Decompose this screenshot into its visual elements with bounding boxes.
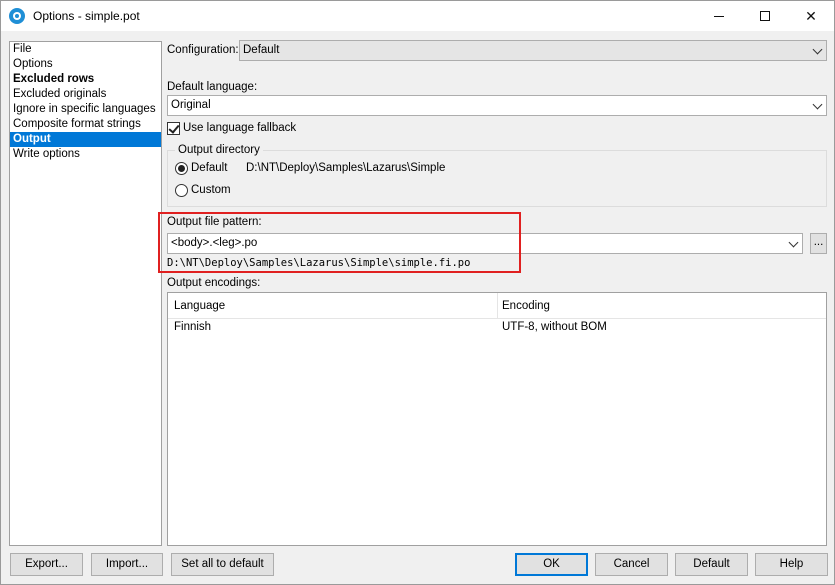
chevron-down-icon [812, 99, 823, 110]
column-separator[interactable] [497, 293, 498, 319]
window-title: Options - simple.pot [33, 9, 140, 23]
sidebar-item-file[interactable]: File [10, 42, 161, 57]
close-icon: ✕ [805, 7, 817, 24]
output-directory-group [167, 150, 827, 207]
default-button[interactable]: Default [675, 553, 748, 576]
language-fallback-label[interactable]: Use language fallback [183, 122, 296, 134]
language-fallback-checkbox[interactable] [167, 122, 180, 135]
chevron-down-icon [812, 44, 823, 55]
custom-directory-label[interactable]: Custom [191, 184, 231, 196]
default-language-select[interactable]: Original [167, 95, 827, 116]
minimize-icon [714, 15, 724, 17]
column-header-encoding[interactable]: Encoding [502, 300, 550, 312]
configuration-label: Configuration: [167, 44, 239, 56]
row-encoding: UTF-8, without BOM [502, 321, 607, 333]
output-encodings-label: Output encodings: [167, 277, 261, 289]
sidebar-item-ignore-languages[interactable]: Ignore in specific languages [10, 102, 161, 117]
chevron-down-icon [788, 237, 799, 248]
default-language-value: Original [171, 99, 211, 111]
row-language: Finnish [174, 321, 212, 333]
maximize-icon [760, 11, 770, 21]
set-all-default-button[interactable]: Set all to default [171, 553, 274, 576]
output-directory-title: Output directory [175, 144, 263, 156]
table-header: Language Encoding [168, 293, 826, 319]
configuration-select[interactable]: Default [239, 40, 827, 61]
title-bar: Options - simple.pot ✕ [1, 1, 834, 31]
maximize-button[interactable] [742, 1, 788, 31]
sidebar-item-excluded-rows[interactable]: Excluded rows [10, 72, 161, 87]
help-button[interactable]: Help [755, 553, 828, 576]
column-header-language[interactable]: Language [174, 300, 225, 312]
export-button[interactable]: Export... [10, 553, 83, 576]
default-directory-path: D:\NT\Deploy\Samples\Lazarus\Simple [246, 162, 446, 174]
close-button[interactable]: ✕ [788, 1, 834, 31]
import-button[interactable]: Import... [91, 553, 163, 576]
sidebar-item-output[interactable]: Output [10, 132, 161, 147]
custom-directory-radio[interactable] [175, 184, 188, 197]
ok-button[interactable]: OK [515, 553, 588, 576]
default-directory-label[interactable]: Default [191, 162, 227, 174]
browse-pattern-button[interactable]: ... [810, 233, 827, 254]
output-encodings-table[interactable]: Language Encoding Finnish UTF-8, without… [167, 292, 827, 546]
app-icon [9, 8, 25, 24]
options-dialog: Options - simple.pot ✕ File Options Excl… [0, 0, 835, 585]
configuration-value: Default [243, 44, 280, 56]
default-directory-radio[interactable] [175, 162, 188, 175]
sidebar-item-excluded-originals[interactable]: Excluded originals [10, 87, 161, 102]
default-language-label: Default language: [167, 81, 258, 93]
options-category-list[interactable]: File Options Excluded rows Excluded orig… [9, 41, 162, 546]
sidebar-item-composite-format[interactable]: Composite format strings [10, 117, 161, 132]
sidebar-item-options[interactable]: Options [10, 57, 161, 72]
sidebar-item-write-options[interactable]: Write options [10, 147, 161, 162]
minimize-button[interactable] [696, 1, 742, 31]
cancel-button[interactable]: Cancel [595, 553, 668, 576]
highlight-box [158, 212, 521, 273]
